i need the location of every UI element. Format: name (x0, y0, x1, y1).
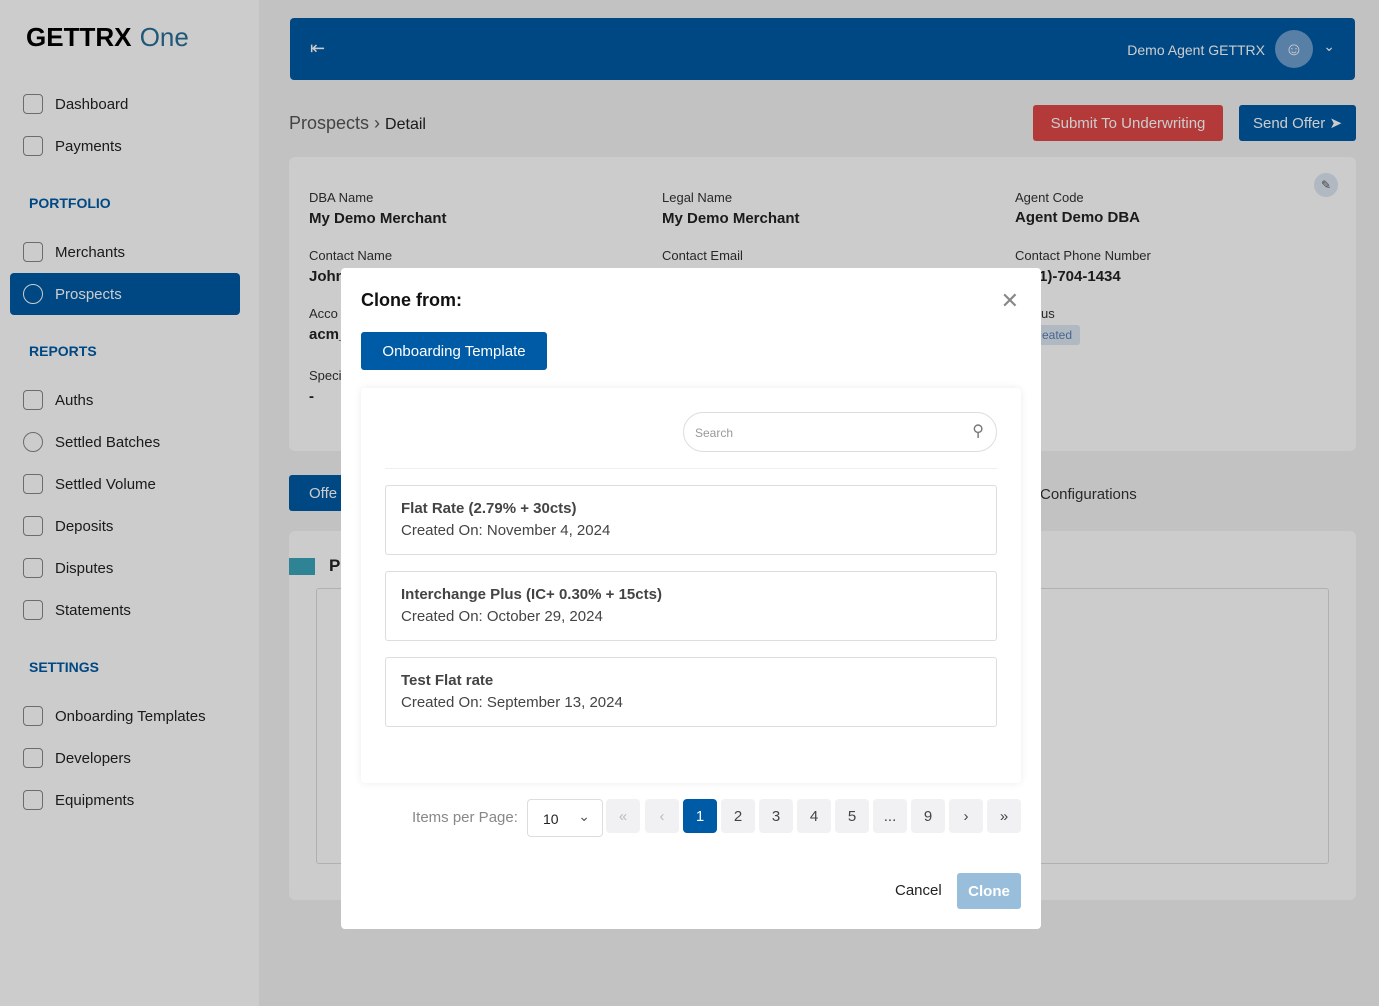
first-page-button[interactable]: « (606, 799, 640, 833)
page-button[interactable]: 1 (683, 799, 717, 833)
prev-page-button[interactable]: ‹ (645, 799, 679, 833)
page-button[interactable]: 2 (721, 799, 755, 833)
clone-button[interactable]: Clone (957, 873, 1021, 909)
template-item[interactable]: Interchange Plus (IC+ 0.30% + 15cts) Crea… (385, 571, 997, 641)
next-page-button[interactable]: › (949, 799, 983, 833)
page-button[interactable]: 5 (835, 799, 869, 833)
tab-onboarding-template[interactable]: Onboarding Template (361, 332, 547, 370)
divider (385, 468, 997, 469)
items-per-page-label: Items per Page: (412, 809, 518, 826)
modal-title: Clone from: (361, 290, 462, 310)
search-input[interactable]: Search ⚲ (683, 412, 997, 452)
template-date: Created On: September 13, 2024 (401, 694, 623, 711)
page-button[interactable]: 3 (759, 799, 793, 833)
chevron-down-icon: ⌄ (578, 808, 590, 824)
items-per-page-select[interactable]: 10 ⌄ (527, 799, 603, 837)
select-value: 10 (543, 811, 559, 827)
template-item[interactable]: Test Flat rate Created On: September 13, … (385, 657, 997, 727)
template-title: Interchange Plus (IC+ 0.30% + 15cts) (401, 586, 662, 603)
template-list-panel: Search ⚲ Flat Rate (2.79% + 30cts) Create… (361, 388, 1021, 783)
close-icon[interactable]: ✕ (1001, 288, 1019, 314)
template-title: Test Flat rate (401, 672, 494, 689)
cancel-button[interactable]: Cancel (895, 882, 942, 899)
search-icon: ⚲ (972, 423, 984, 440)
search-placeholder: Search (695, 426, 734, 440)
template-date: Created On: October 29, 2024 (401, 608, 603, 625)
template-date: Created On: November 4, 2024 (401, 522, 611, 539)
page-button[interactable]: 4 (797, 799, 831, 833)
last-page-button[interactable]: » (987, 799, 1021, 833)
template-title: Flat Rate (2.79% + 30cts) (401, 500, 577, 517)
page-ellipsis[interactable]: ... (873, 799, 907, 833)
clone-modal: Clone from: ✕ Onboarding Template Search… (341, 268, 1041, 929)
template-item[interactable]: Flat Rate (2.79% + 30cts) Created On: Nov… (385, 485, 997, 555)
page-button[interactable]: 9 (911, 799, 945, 833)
